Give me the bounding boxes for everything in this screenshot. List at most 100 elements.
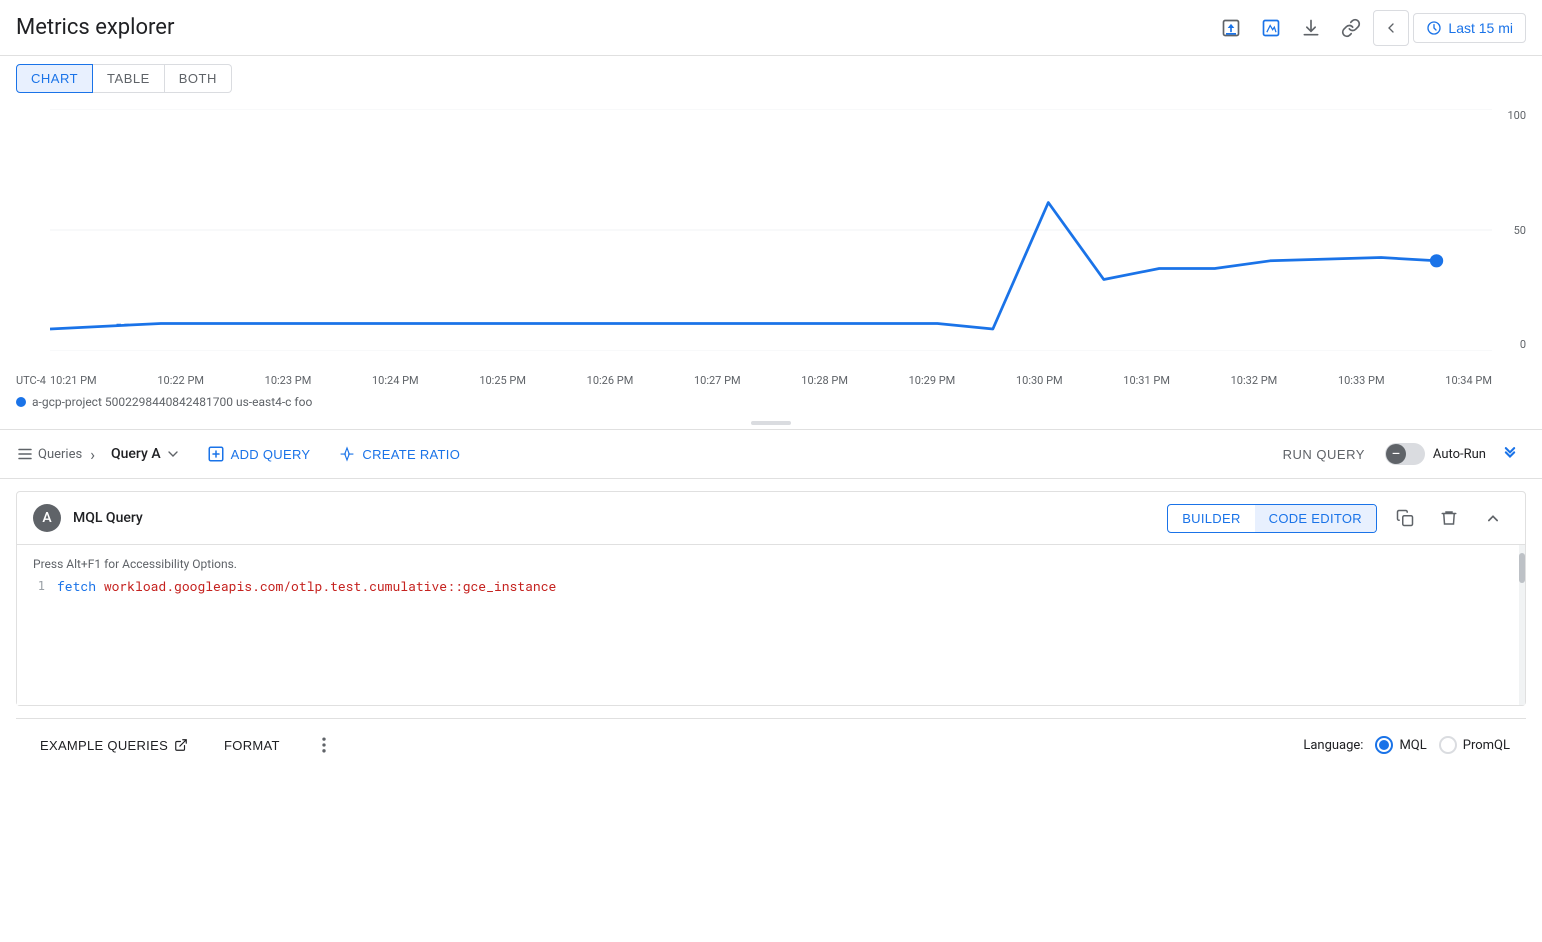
radio-mql-dot xyxy=(1379,740,1389,750)
x-label-11: 10:32 PM xyxy=(1231,374,1278,387)
chart-section: CHART TABLE BOTH 100 50 0 10:21 PM 10:22… xyxy=(0,56,1542,430)
x-label-4: 10:25 PM xyxy=(479,374,526,387)
radio-mql-label: MQL xyxy=(1399,738,1426,753)
delete-button[interactable] xyxy=(1433,502,1465,534)
more-options-button[interactable] xyxy=(308,729,340,761)
chart-legend: a-gcp-project 5002298440842481700 us-eas… xyxy=(0,391,1542,417)
toggle-track[interactable] xyxy=(1385,443,1425,465)
query-editor-title: MQL Query xyxy=(73,510,1155,526)
radio-promql-label: PromQL xyxy=(1463,738,1510,753)
mql-metric-path: workload.googleapis.com/otlp.test.cumula… xyxy=(104,577,447,595)
chart-y-axis: 100 50 0 xyxy=(1507,109,1526,351)
x-label-7: 10:28 PM xyxy=(801,374,848,387)
save-chart-button[interactable] xyxy=(1213,10,1249,46)
query-editor-section: A MQL Query BUILDER CODE EDITOR Press Al… xyxy=(16,491,1526,706)
x-label-2: 10:23 PM xyxy=(265,374,312,387)
explore-icon xyxy=(1261,18,1281,38)
expand-more-icon xyxy=(1500,444,1520,464)
y-label-0: 0 xyxy=(1507,338,1526,351)
radio-promql[interactable]: PromQL xyxy=(1439,736,1510,754)
add-query-button[interactable]: ADD QUERY xyxy=(197,439,321,469)
time-range-button[interactable]: Last 15 mi xyxy=(1413,13,1526,43)
time-range-label: Last 15 mi xyxy=(1448,20,1513,36)
code-editor-body[interactable]: Press Alt+F1 for Accessibility Options. … xyxy=(17,545,1525,705)
create-ratio-button[interactable]: CREATE RATIO xyxy=(328,439,470,469)
query-selector[interactable]: Query A xyxy=(103,442,189,466)
x-label-9: 10:30 PM xyxy=(1016,374,1063,387)
save-chart-icon xyxy=(1221,18,1241,38)
format-button[interactable]: FORMAT xyxy=(216,732,288,759)
run-query-button[interactable]: RUN QUERY xyxy=(1271,441,1377,468)
run-query-label: RUN QUERY xyxy=(1283,447,1365,462)
explore-button[interactable] xyxy=(1253,10,1289,46)
radio-mql[interactable]: MQL xyxy=(1375,736,1426,754)
queries-breadcrumb: Queries xyxy=(16,445,82,463)
example-queries-button[interactable]: EXAMPLE QUERIES xyxy=(32,732,196,759)
chevron-down-icon xyxy=(165,446,181,462)
chart-timezone: UTC-4 xyxy=(16,374,46,387)
x-label-10: 10:31 PM xyxy=(1123,374,1170,387)
format-label: FORMAT xyxy=(224,738,280,753)
x-label-8: 10:29 PM xyxy=(909,374,956,387)
scrollbar-thumb xyxy=(1519,553,1525,583)
app-title: Metrics explorer xyxy=(16,15,174,40)
legend-dot xyxy=(16,397,26,407)
download-icon xyxy=(1301,18,1321,38)
tab-chart[interactable]: CHART xyxy=(16,64,93,93)
tab-both[interactable]: BOTH xyxy=(165,64,232,93)
y-label-100: 100 xyxy=(1507,109,1526,122)
mql-method: ::gce_instance xyxy=(447,577,556,595)
example-queries-label: EXAMPLE QUERIES xyxy=(40,738,168,753)
more-vert-icon xyxy=(314,735,334,755)
queries-label: Queries xyxy=(38,447,82,462)
chart-data-point xyxy=(1430,254,1443,267)
bottom-bar: EXAMPLE QUERIES FORMAT Language: MQL Pro… xyxy=(16,718,1526,771)
radio-promql-circle xyxy=(1439,736,1457,754)
tab-code-editor[interactable]: CODE EDITOR xyxy=(1255,505,1376,532)
editor-scrollbar[interactable] xyxy=(1519,545,1525,705)
radio-mql-circle xyxy=(1375,736,1393,754)
line-content-1: fetch workload.googleapis.com/otlp.test.… xyxy=(57,577,556,595)
x-label-0: 10:21 PM xyxy=(50,374,97,387)
create-ratio-label: CREATE RATIO xyxy=(362,447,460,462)
x-label-5: 10:26 PM xyxy=(587,374,634,387)
auto-run-toggle[interactable]: Auto-Run xyxy=(1385,443,1486,465)
x-label-1: 10:22 PM xyxy=(157,374,204,387)
x-label-3: 10:24 PM xyxy=(372,374,419,387)
auto-run-label: Auto-Run xyxy=(1433,447,1486,462)
x-label-13: 10:34 PM xyxy=(1445,374,1492,387)
app-header: Metrics explorer xyxy=(0,0,1542,56)
legend-text: a-gcp-project 5002298440842481700 us-eas… xyxy=(32,395,312,409)
line-number-1: 1 xyxy=(17,579,57,593)
view-tabs: CHART TABLE BOTH xyxy=(0,56,1542,101)
expand-less-icon xyxy=(1483,508,1503,528)
editor-collapse-button[interactable] xyxy=(1477,502,1509,534)
link-button[interactable] xyxy=(1333,10,1369,46)
query-badge: A xyxy=(33,504,61,532)
query-toolbar: Queries › Query A ADD QUERY CREATE RATIO… xyxy=(0,430,1542,479)
query-name: Query A xyxy=(111,446,161,462)
header-actions: Last 15 mi xyxy=(1213,10,1526,46)
language-section: Language: MQL PromQL xyxy=(1303,736,1510,754)
drag-handle[interactable] xyxy=(0,417,1542,429)
breadcrumb-separator: › xyxy=(90,445,95,464)
download-button[interactable] xyxy=(1293,10,1329,46)
chart-area: 100 50 0 10:21 PM 10:22 PM 10:23 PM 10:2… xyxy=(0,101,1542,391)
mql-fetch-keyword: fetch xyxy=(57,577,96,595)
link-icon xyxy=(1341,18,1361,38)
collapse-down-button[interactable] xyxy=(1494,438,1526,470)
code-line-1: 1 fetch workload.googleapis.com/otlp.tes… xyxy=(17,575,1525,597)
query-editor-header: A MQL Query BUILDER CODE EDITOR xyxy=(17,492,1525,545)
code-hint: Press Alt+F1 for Accessibility Options. xyxy=(17,553,1525,575)
tab-builder[interactable]: BUILDER xyxy=(1168,505,1254,532)
collapse-panel-button[interactable] xyxy=(1373,10,1409,46)
add-icon xyxy=(207,445,225,463)
tab-table[interactable]: TABLE xyxy=(93,64,165,93)
ratio-icon xyxy=(338,445,356,463)
copy-button[interactable] xyxy=(1389,502,1421,534)
chart-x-axis: 10:21 PM 10:22 PM 10:23 PM 10:24 PM 10:2… xyxy=(50,374,1492,387)
editor-mode-tabs: BUILDER CODE EDITOR xyxy=(1167,504,1377,533)
language-label: Language: xyxy=(1303,738,1363,753)
chevron-left-icon xyxy=(1383,20,1399,36)
drag-handle-bar xyxy=(751,421,791,425)
